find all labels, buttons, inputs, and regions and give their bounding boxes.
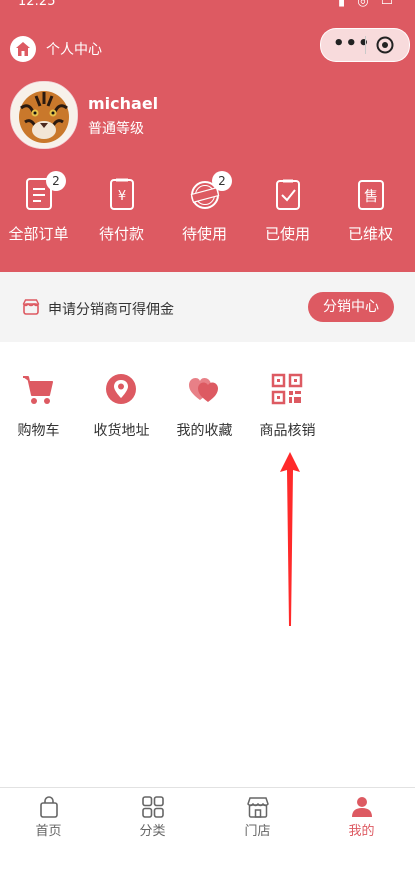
order-all-label: 全部订单: [8, 225, 69, 243]
tab-home-label: 首页: [35, 824, 62, 839]
status-icons: ▮ ◎ ▭: [337, 0, 397, 9]
avatar[interactable]: [10, 81, 78, 149]
order-to-use-badge: 2: [212, 171, 232, 191]
after-sale-icon: 售: [358, 180, 384, 210]
location-icon: [106, 374, 136, 404]
hearts-icon: [189, 378, 218, 402]
qr-code-icon: [271, 373, 303, 405]
close-target-icon[interactable]: [376, 36, 394, 54]
tool-cart-label: 购物车: [17, 423, 60, 439]
user-level: 普通等级: [88, 121, 144, 137]
shop-icon: [22, 299, 40, 315]
distribution-center-button[interactable]: 分销中心: [308, 292, 394, 322]
tab-store[interactable]: 门店: [206, 788, 309, 840]
bag-icon: [40, 796, 58, 818]
tab-bar: 首页 分类 门店 我的: [0, 787, 415, 840]
status-time: 12:25: [18, 0, 56, 9]
tab-store-label: 门店: [244, 824, 271, 839]
pending-payment-icon: ¥: [110, 178, 134, 210]
order-pending-payment[interactable]: ¥ 待付款: [80, 177, 163, 247]
svg-text:¥: ¥: [118, 189, 126, 204]
tab-category-label: 分类: [139, 824, 166, 839]
order-to-use-label: 待使用: [181, 225, 227, 243]
capsule-divider: [365, 36, 366, 54]
home-icon: [16, 42, 30, 56]
home-button[interactable]: [10, 36, 36, 62]
distributor-banner: 申请分销商可得佣金 分销中心: [0, 272, 415, 342]
order-after-sale[interactable]: 售 已维权: [329, 177, 412, 247]
order-used[interactable]: 已使用: [246, 177, 329, 247]
tab-category[interactable]: 分类: [101, 788, 204, 840]
order-to-use[interactable]: 2 待使用: [163, 171, 246, 247]
tiger-avatar-icon: [11, 82, 77, 148]
order-used-label: 已使用: [264, 225, 310, 243]
grid-icon: [142, 796, 164, 818]
tool-favorites-label: 我的收藏: [176, 423, 233, 439]
tab-mine[interactable]: 我的: [310, 788, 413, 840]
tool-cart[interactable]: 购物车: [0, 372, 80, 442]
status-bar: 12:25 ▮ ◎ ▭: [0, 0, 415, 18]
order-all[interactable]: 2 全部订单: [0, 171, 80, 247]
tab-home[interactable]: 首页: [0, 788, 100, 840]
distributor-promo-text: 申请分销商可得佣金: [48, 302, 174, 318]
used-icon: [276, 179, 300, 210]
order-pending-payment-label: 待付款: [98, 225, 144, 243]
order-all-badge: 2: [46, 171, 66, 191]
user-name: michael: [88, 94, 159, 113]
miniprogram-capsule[interactable]: •••: [320, 28, 410, 62]
svg-text:售: 售: [364, 189, 378, 205]
tool-verification-label: 商品核销: [259, 423, 316, 439]
tool-favorites[interactable]: 我的收藏: [163, 372, 246, 442]
cart-icon: [23, 376, 53, 404]
tool-address-label: 收货地址: [93, 423, 150, 439]
tool-address[interactable]: 收货地址: [80, 372, 163, 442]
profile-header: 12:25 ▮ ◎ ▭ 个人中心 ••• michael 普通等级 2 全部订单…: [0, 0, 415, 272]
user-icon: [352, 797, 372, 817]
tab-mine-label: 我的: [348, 824, 375, 839]
page-title: 个人中心: [46, 42, 102, 58]
annotation-arrow-icon: [280, 452, 300, 626]
tool-verification[interactable]: 商品核销: [246, 372, 329, 442]
store-icon: [247, 797, 269, 818]
order-after-sale-label: 已维权: [347, 225, 393, 243]
